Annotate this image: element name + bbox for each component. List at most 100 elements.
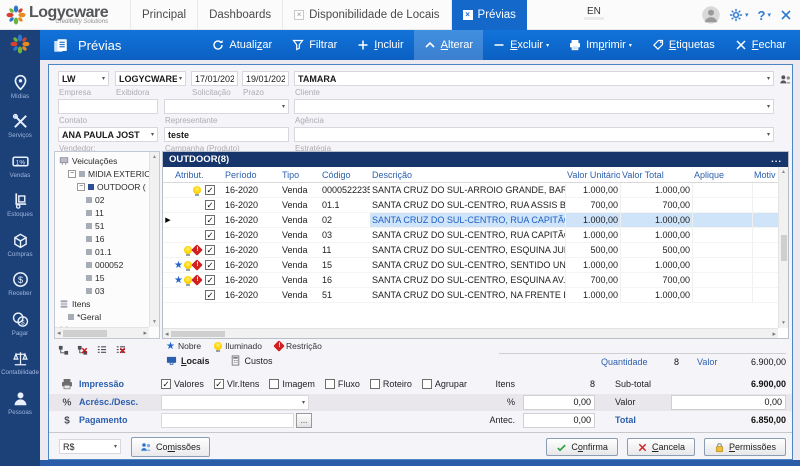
- pct-input[interactable]: 0,00: [523, 395, 595, 410]
- filtrar-button[interactable]: Filtrar: [282, 30, 347, 60]
- tree-node-01-1[interactable]: 01.1: [57, 245, 149, 258]
- scroll-down-icon[interactable]: ▼: [781, 320, 786, 326]
- table-row[interactable]: ★✓16-2020Venda15SANTA CRUZ DO SUL-CENTRO…: [163, 258, 778, 273]
- tree-node-000052[interactable]: 000052: [57, 258, 149, 271]
- tree-node-itens[interactable]: Itens: [57, 297, 149, 310]
- comissoes-button[interactable]: Comissões: [131, 437, 210, 457]
- tree-remove-all-button[interactable]: [77, 345, 88, 356]
- etiquetas-button[interactable]: Etiquetas: [642, 30, 725, 60]
- dropdown-caret-icon[interactable]: ▾: [629, 42, 632, 49]
- tree-vertical-scrollbar[interactable]: ▲▼: [149, 152, 159, 327]
- row-checkbox[interactable]: ✓: [205, 185, 215, 195]
- dropdown-arrow-icon[interactable]: ▾: [765, 131, 770, 138]
- row-checkbox[interactable]: ✓: [205, 230, 215, 240]
- scroll-left-icon[interactable]: ◂: [57, 329, 61, 337]
- empresa-combobox[interactable]: LW▾: [58, 71, 109, 86]
- table-row[interactable]: ✓16-2020Venda01.1SANTA CRUZ DO SUL-CENTR…: [163, 198, 778, 213]
- excluir-button[interactable]: Excluir▾: [483, 30, 559, 60]
- prazo-input[interactable]: 19/01/2020: [242, 71, 289, 86]
- cancela-button[interactable]: Cancela: [627, 438, 695, 456]
- tab-close-icon[interactable]: ×: [294, 10, 304, 20]
- vendedor-combobox[interactable]: ANA PAULA JOST▾: [58, 127, 158, 142]
- tree-node-outdoor[interactable]: −OUTDOOR (: [57, 180, 149, 193]
- tree-expand-branch-button[interactable]: [96, 345, 107, 356]
- scrollbar-thumb[interactable]: [171, 331, 225, 337]
- campanha-input[interactable]: teste: [164, 127, 289, 142]
- sidebar-item-contabilidade[interactable]: Contabilidade: [0, 344, 40, 384]
- currency-select[interactable]: R$▾: [59, 439, 121, 454]
- column-header-valor-total[interactable]: Valor Total: [620, 170, 692, 180]
- tree-node-03[interactable]: 03: [57, 284, 149, 297]
- option-checkbox[interactable]: ✓: [214, 379, 224, 389]
- header-tab-principal[interactable]: Principal: [130, 0, 198, 30]
- print-option-vlr-itens[interactable]: ✓Vlr.Itens: [214, 379, 260, 389]
- alterar-button[interactable]: Alterar: [414, 30, 483, 60]
- sidebar-item-m-dias[interactable]: Mídias: [0, 67, 40, 107]
- acresc-desc-combobox[interactable]: ▾: [161, 395, 309, 410]
- dropdown-arrow-icon[interactable]: ▾: [149, 131, 154, 138]
- table-row[interactable]: ✓16-2020Venda51SANTA CRUZ DO SUL-CENTRO,…: [163, 288, 778, 303]
- sidebar-item-estoques[interactable]: Estoques: [0, 186, 40, 226]
- header-tab-disponibilidade-de-locais[interactable]: ×Disponibilidade de Locais: [283, 0, 451, 30]
- solicitacao-input[interactable]: 17/01/2020: [191, 71, 238, 86]
- table-row[interactable]: ✓16-2020Venda03SANTA CRUZ DO SUL-CENTRO,…: [163, 228, 778, 243]
- column-header-tipo[interactable]: Tipo: [280, 170, 320, 180]
- dropdown-arrow-icon[interactable]: ▾: [280, 103, 285, 110]
- tab-close-icon[interactable]: ×: [463, 10, 473, 20]
- scroll-right-icon[interactable]: ▸: [772, 330, 776, 338]
- column-header-codigo[interactable]: Código: [320, 170, 370, 180]
- cliente-combobox[interactable]: TAMARA▾: [294, 71, 774, 86]
- settings-button[interactable]: ▾: [729, 8, 749, 22]
- help-button[interactable]: ?▾: [758, 8, 771, 23]
- language-indicator[interactable]: EN: [584, 6, 604, 20]
- antec-input[interactable]: 0,00: [523, 413, 595, 428]
- dropdown-arrow-icon[interactable]: ▾: [112, 443, 117, 450]
- dropdown-arrow-icon[interactable]: ▾: [300, 399, 305, 406]
- dropdown-arrow-icon[interactable]: ▾: [100, 75, 105, 82]
- permiss-es-button[interactable]: Permissões: [704, 438, 786, 456]
- tree-node-midia-exterio[interactable]: −MIDIA EXTERIO: [57, 167, 149, 180]
- tree-expand-all-button[interactable]: [58, 345, 69, 356]
- column-header-periodo[interactable]: Período: [223, 170, 280, 180]
- window-close-button[interactable]: [780, 9, 792, 21]
- tree-expander-icon[interactable]: −: [68, 170, 76, 178]
- table-row[interactable]: ✓16-2020Venda11SANTA CRUZ DO SUL-CENTRO,…: [163, 243, 778, 258]
- tree-node-11[interactable]: 11: [57, 206, 149, 219]
- header-tab-dashboards[interactable]: Dashboards: [198, 0, 283, 30]
- tree-node-02[interactable]: 02: [57, 193, 149, 206]
- grid-tab-locais[interactable]: Locais: [166, 355, 210, 366]
- option-checkbox[interactable]: [269, 379, 279, 389]
- column-header-motivo[interactable]: Motiv: [752, 170, 778, 180]
- cliente-people-icon[interactable]: [779, 73, 792, 86]
- tree-expander-icon[interactable]: −: [77, 183, 85, 191]
- grid-horizontal-scrollbar[interactable]: ◂▸: [163, 328, 778, 338]
- representante-combobox[interactable]: ▾: [164, 99, 289, 114]
- scroll-up-icon[interactable]: ▲: [152, 154, 157, 160]
- tree-node-geral[interactable]: *Geral: [57, 310, 149, 323]
- contato-input[interactable]: [58, 99, 158, 114]
- row-checkbox[interactable]: ✓: [205, 260, 215, 270]
- row-checkbox[interactable]: ✓: [205, 215, 215, 225]
- imprimir-button[interactable]: Imprimir▾: [559, 30, 642, 60]
- row-checkbox[interactable]: ✓: [205, 290, 215, 300]
- scrollbar-thumb[interactable]: [63, 330, 107, 337]
- sidebar-item-servi-os[interactable]: Serviços: [0, 107, 40, 147]
- user-avatar[interactable]: [702, 6, 720, 24]
- scroll-right-icon[interactable]: ▸: [143, 329, 147, 337]
- print-option-imagem[interactable]: Imagem: [269, 379, 315, 389]
- tree-horizontal-scrollbar[interactable]: ◂▸: [55, 327, 149, 338]
- print-option-fluxo[interactable]: Fluxo: [325, 379, 360, 389]
- print-option-roteiro[interactable]: Roteiro: [370, 379, 412, 389]
- sidebar-item-compras[interactable]: Compras: [0, 225, 40, 265]
- column-header-descricao[interactable]: Descrição: [370, 170, 565, 180]
- grid-vertical-scrollbar[interactable]: ▲▼: [778, 167, 788, 328]
- print-option-valores[interactable]: ✓Valores: [161, 379, 204, 389]
- fechar-button[interactable]: Fechar: [725, 30, 796, 60]
- table-row[interactable]: ▶✓16-2020Venda02SANTA CRUZ DO SUL-CENTRO…: [163, 213, 778, 228]
- sidebar-item-vendas[interactable]: 1%Vendas: [0, 146, 40, 186]
- sidebar-item-receber[interactable]: $Receber: [0, 265, 40, 305]
- option-checkbox[interactable]: [370, 379, 380, 389]
- row-checkbox[interactable]: ✓: [205, 245, 215, 255]
- column-header-valor-unitario[interactable]: Valor Unitário: [565, 170, 620, 180]
- grid-tab-custos[interactable]: Custos: [230, 355, 273, 366]
